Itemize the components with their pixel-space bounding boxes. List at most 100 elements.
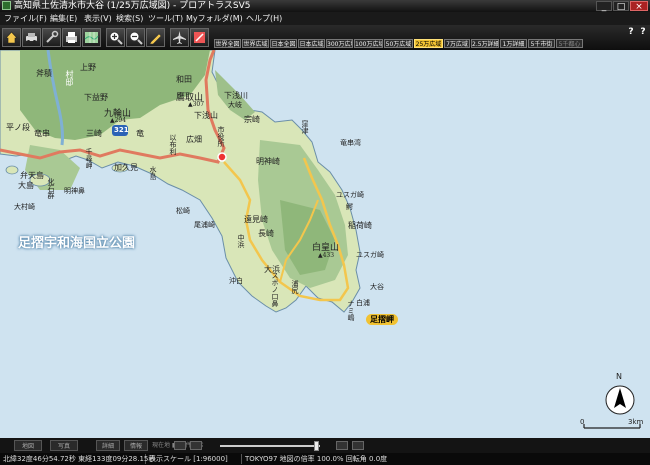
scale-end-label: 3km <box>628 418 644 426</box>
place-label: 以布利 <box>169 134 177 155</box>
mountain-elevation: ▲433 <box>318 252 335 259</box>
menu-file[interactable]: ファイル(F) <box>4 12 47 25</box>
scale-500k-wide[interactable]: 50万広域 <box>384 39 413 48</box>
menu-view[interactable]: 表示(V) <box>84 12 112 25</box>
scale-70k-wide[interactable]: 7万広域 <box>444 39 470 48</box>
mountain-elevation: ▲307 <box>188 101 205 108</box>
place-label: 竜 <box>136 129 144 138</box>
help-icon[interactable]: ? <box>626 27 636 37</box>
airplane-icon[interactable] <box>170 28 189 47</box>
place-label: 竜串 <box>34 129 50 138</box>
place-label: 三崎 <box>86 129 102 138</box>
place-label: 宗崎 <box>244 115 260 124</box>
status-bar: 北緯32度46分54.72秒 東経133度09分28.15秒 表示スケール [1… <box>0 453 650 465</box>
place-label: 大島 <box>18 181 34 190</box>
place-label: 水島 <box>149 166 157 180</box>
place-label: 鰐 <box>346 203 353 211</box>
menu-bar: ファイル(F) 編集(E) 表示(V) 検索(S) ツール(T) Myフォルダ(… <box>0 12 650 25</box>
place-label: 千尋岬 <box>85 148 93 169</box>
scale-250k-wide[interactable]: 25万広域 <box>414 39 443 48</box>
map-icon[interactable] <box>82 28 101 47</box>
app-window: 高知県土佐清水市大谷 (1/25万広域図) - プロアトラスSV5 _ □ × … <box>0 0 650 465</box>
scale-japan-wide[interactable]: 日本広域 <box>298 39 325 48</box>
next-icon[interactable] <box>190 441 202 450</box>
place-label: 上野 <box>80 63 96 72</box>
place-label: 中浜 <box>237 234 245 248</box>
place-label: 白浦 <box>356 299 370 307</box>
place-label: 明神崎 <box>256 157 280 166</box>
settings-icon[interactable] <box>352 441 364 450</box>
tools-icon[interactable] <box>42 28 61 47</box>
menu-search[interactable]: 検索(S) <box>116 12 143 25</box>
detail-button[interactable]: 詳細 <box>96 440 120 451</box>
place-label: 広畑 <box>186 135 202 144</box>
datum-field: TOKYO97 地図の倍率 100.0% 回転角 0.0度 <box>245 455 388 463</box>
place-label: 大岐 <box>228 101 242 109</box>
menu-tools[interactable]: ツール(T) <box>148 12 183 25</box>
window-title: 高知県土佐清水市大谷 (1/25万広域図) - プロアトラスSV5 <box>14 1 251 11</box>
place-label: 浦尻 <box>291 280 299 294</box>
title-bar: 高知県土佐清水市大谷 (1/25万広域図) - プロアトラスSV5 _ □ × <box>0 0 650 12</box>
place-label: 化石群 <box>47 178 55 199</box>
scale-start-label: 0 <box>580 418 585 426</box>
place-label: 和田 <box>176 75 192 84</box>
menu-myfolder[interactable]: Myフォルダ(M) <box>186 12 243 25</box>
pen-icon[interactable] <box>146 28 165 47</box>
coordinates-field: 北緯32度46分54.72秒 東経133度09分28.15秒 <box>0 454 155 464</box>
scale-field: 表示スケール [1:96000] <box>146 454 242 464</box>
place-label: 斧積 <box>36 69 52 78</box>
map-mode-button[interactable]: 地図 <box>14 440 42 451</box>
menu-help[interactable]: ヘルプ(H) <box>246 12 282 25</box>
context-help-icon[interactable]: ? <box>638 27 648 37</box>
cape-badge[interactable]: 足摺岬 <box>366 314 398 325</box>
scale-5k-city[interactable]: 5千市街 <box>528 39 555 48</box>
place-label: 稲荷崎 <box>348 221 372 230</box>
place-label: 加久見 <box>114 163 138 172</box>
zoom-in-icon[interactable] <box>106 28 125 47</box>
place-label: 明神鼻 <box>64 187 85 195</box>
car-icon[interactable] <box>22 28 41 47</box>
scale-japan-full[interactable]: 日本全図 <box>270 39 297 48</box>
control-bar: 地図 写真 詳細 情報 現在地 ■ 全件表示 <box>0 438 650 453</box>
scale-world-wide[interactable]: 世界広域 <box>242 39 269 48</box>
route-number: 321 <box>114 126 129 134</box>
info-button[interactable]: 情報 <box>124 440 148 451</box>
scale-5k-downtown[interactable]: 5千都心 <box>556 39 583 48</box>
place-label: 松崎 <box>176 207 190 215</box>
map-view[interactable]: 足摺宇和海国立公園 足摺岬 321 鷹取山 ▲307 九輪山 ▲294 白皇山 … <box>0 50 650 438</box>
draw-icon[interactable] <box>190 28 209 47</box>
home-icon[interactable] <box>2 28 21 47</box>
place-label: 村邸 <box>65 70 74 86</box>
scale-10k-detail[interactable]: 1万詳細 <box>500 39 527 48</box>
place-label: 遠見崎 <box>244 215 268 224</box>
zoom-slider-track[interactable] <box>220 445 320 447</box>
menu-edit[interactable]: 編集(E) <box>50 12 77 25</box>
prev-icon[interactable] <box>174 441 186 450</box>
layer-icon[interactable] <box>336 441 348 450</box>
scale-world-full[interactable]: 世界全図 <box>214 39 241 48</box>
close-button[interactable]: × <box>630 1 648 12</box>
zoom-out-icon[interactable] <box>126 28 145 47</box>
printer-icon[interactable] <box>62 28 81 47</box>
app-icon <box>2 1 11 10</box>
place-label: 窪津 <box>301 120 309 134</box>
minimize-button[interactable]: _ <box>596 1 612 12</box>
place-label: 下浅山 <box>194 111 218 120</box>
place-label: 平ノ段 <box>6 123 30 132</box>
place-label: ユスガ崎 <box>356 251 384 259</box>
place-label: 沖白 <box>229 277 243 285</box>
park-label: 足摺宇和海国立公園 <box>18 236 136 251</box>
place-label: 下益野 <box>84 93 108 102</box>
place-label: 市役所 <box>217 126 225 147</box>
place-label: スボノ口鼻 <box>271 272 279 307</box>
scale-25k-detail[interactable]: 2.5万詳細 <box>471 39 499 48</box>
zoom-slider-thumb[interactable] <box>314 441 319 451</box>
maximize-button[interactable]: □ <box>613 1 629 12</box>
scale-3m-wide[interactable]: 300万広域 <box>326 39 353 48</box>
place-label: ユスガ崎 <box>336 191 364 199</box>
photo-mode-button[interactable]: 写真 <box>50 440 78 451</box>
toolbar: 世界全図 世界広域 日本全図 日本広域 300万広域 100万広域 50万広域 … <box>0 25 650 50</box>
scale-1m-wide[interactable]: 100万広域 <box>354 39 383 48</box>
north-label: N <box>616 372 622 381</box>
place-label: 大谷 <box>370 283 384 291</box>
